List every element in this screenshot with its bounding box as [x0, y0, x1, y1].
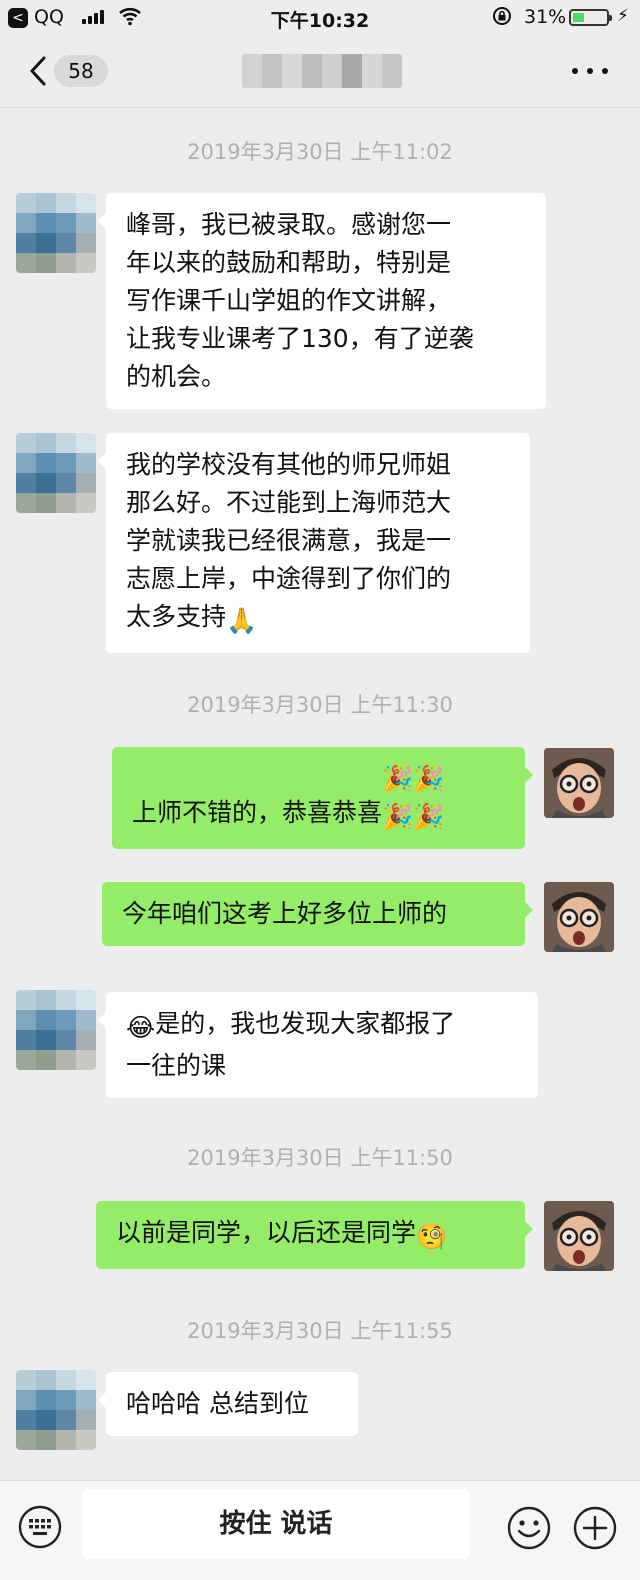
message-text-line: 一往的课	[126, 1051, 227, 1080]
message-text-line: 上师不错的，恭喜恭喜	[132, 798, 383, 827]
back-chevron-icon[interactable]	[24, 54, 54, 88]
message-text-line: 年以来的鼓励和帮助，特别是	[126, 248, 452, 277]
incoming-message-bubble[interactable]: 我的学校没有其他的师兄师姐 那么好。不过能到上海师范大 学就读我已经很满意，我是…	[98, 433, 530, 653]
battery-icon	[569, 9, 612, 26]
message-text-line: 那么好。不过能到上海师范大	[126, 488, 452, 517]
incoming-message-bubble[interactable]: 峰哥，我已被录取。感谢您一 年以来的鼓励和帮助，特别是 写作课千山学姐的作文讲解…	[98, 193, 546, 409]
contact-avatar[interactable]	[16, 193, 96, 273]
contact-avatar[interactable]	[16, 1370, 96, 1450]
keyboard-toggle-icon[interactable]	[18, 1505, 62, 1549]
message-timestamp: 2019年3月30日 上午11:30	[187, 693, 453, 717]
message-text-line: 以前是同学，以后还是同学	[116, 1218, 417, 1247]
party-popper-emoji-icon: 🎉🎉 🎉🎉	[382, 764, 445, 831]
message-text-line: 写作课千山学姐的作文讲解，	[126, 286, 452, 315]
my-avatar[interactable]	[544, 748, 614, 818]
charging-icon: ⚡	[617, 6, 629, 26]
message-timestamp: 2019年3月30日 上午11:50	[187, 1146, 453, 1170]
message-timestamp: 2019年3月30日 上午11:02	[187, 140, 453, 164]
message-text-line: 学就读我已经很满意，我是一	[126, 526, 452, 555]
rotation-lock-icon	[493, 7, 511, 25]
my-avatar[interactable]	[544, 882, 614, 952]
input-bar: 按住 说话	[0, 1480, 640, 1580]
chat-title-blurred	[242, 54, 402, 88]
outgoing-message-bubble[interactable]: 以前是同学，以后还是同学🧐	[96, 1201, 533, 1269]
contact-avatar[interactable]	[16, 433, 96, 513]
outgoing-message-bubble[interactable]: 今年咱们这考上好多位上师的	[102, 882, 533, 946]
message-text-line: 太多支持	[126, 602, 227, 631]
my-avatar[interactable]	[544, 1201, 614, 1271]
unread-count-badge[interactable]: 58	[54, 55, 108, 87]
monocle-face-emoji-icon: 🧐	[416, 1222, 448, 1251]
chat-header: 58	[0, 34, 640, 108]
more-options-icon[interactable]	[572, 60, 608, 82]
message-text-line: 我的学校没有其他的师兄师姐	[126, 450, 452, 479]
message-text-line: 哈哈哈 总结到位	[126, 1389, 309, 1418]
more-functions-plus-icon[interactable]	[572, 1505, 618, 1551]
battery-level	[573, 13, 584, 22]
message-text-line: 的机会。	[126, 362, 227, 391]
incoming-message-bubble[interactable]: 哈哈哈 总结到位	[98, 1372, 358, 1436]
folded-hands-emoji-icon: 🙏	[226, 606, 258, 635]
outgoing-message-bubble[interactable]: 上师不错的，恭喜恭喜🎉🎉 🎉🎉	[112, 747, 533, 849]
battery-percent: 31%	[524, 6, 567, 28]
emoji-picker-icon[interactable]	[506, 1505, 552, 1551]
contact-avatar[interactable]	[16, 990, 96, 1070]
message-text-line: 让我专业课考了130，有了逆袭	[126, 324, 474, 353]
incoming-message-bubble[interactable]: 😂是的，我也发现大家都报了 一往的课	[98, 992, 538, 1098]
tears-of-joy-emoji-icon: 😂	[126, 1013, 156, 1042]
hold-to-talk-button[interactable]: 按住 说话	[82, 1489, 470, 1559]
message-text-line: 是的，我也发现大家都报了	[155, 1009, 456, 1038]
message-text-line: 今年咱们这考上好多位上师的	[122, 899, 448, 928]
message-text-line: 志愿上岸，中途得到了你们的	[126, 564, 452, 593]
message-timestamp: 2019年3月30日 上午11:55	[187, 1319, 453, 1343]
status-bar: < QQ 下午10:32 31% ⚡	[0, 0, 640, 34]
message-text-line: 峰哥，我已被录取。感谢您一	[126, 210, 452, 239]
